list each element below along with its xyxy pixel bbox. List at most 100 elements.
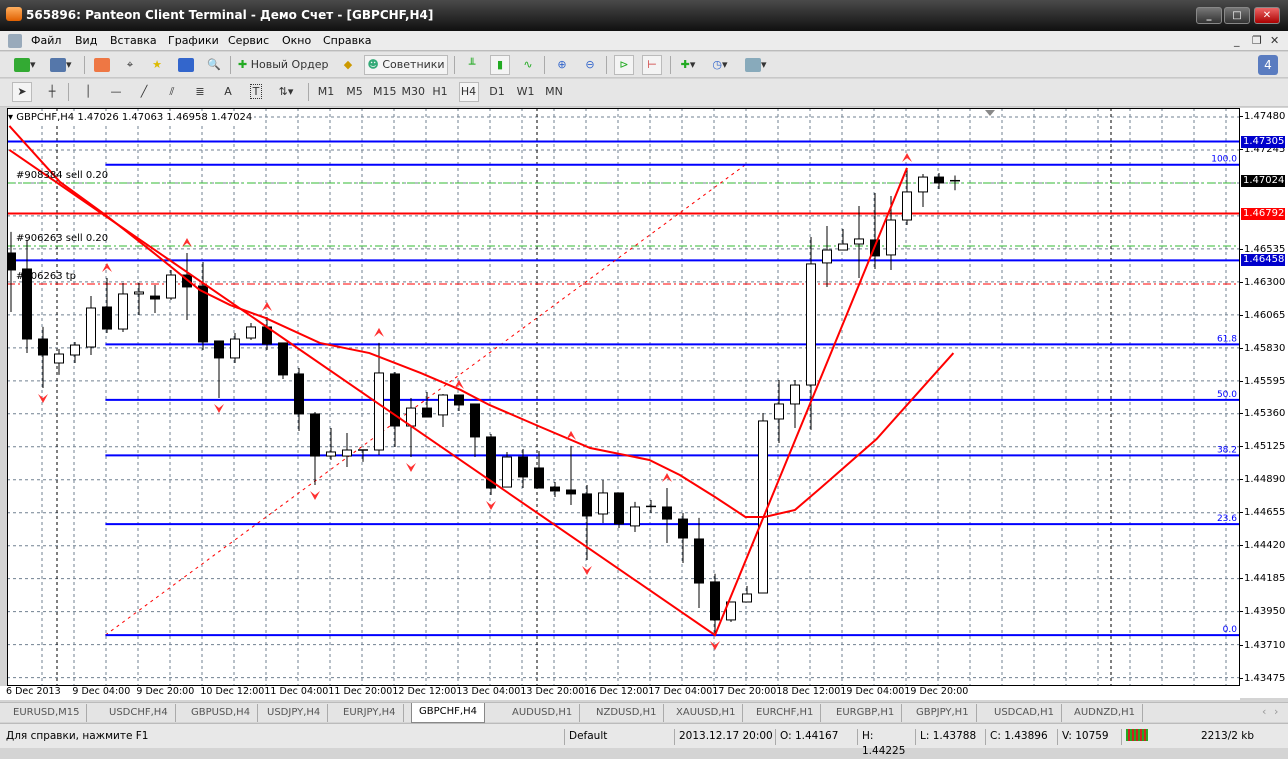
menu-help[interactable]: Справка: [323, 34, 371, 47]
chart-shift-button[interactable]: ⊢: [642, 55, 662, 75]
fractal-up-arrow: [454, 379, 464, 389]
price-chart[interactable]: 100.0 61.8 50.0 38.2 23.6 0.0: [7, 108, 1240, 686]
candle-bearish: [518, 456, 528, 478]
menu-file[interactable]: Файл: [31, 34, 61, 47]
status-low: L: 1.43788: [915, 729, 985, 745]
chart-tab[interactable]: EURUSD,M15: [6, 704, 88, 722]
trendline-tool[interactable]: ╱: [134, 82, 154, 102]
market-watch-button[interactable]: [92, 55, 112, 75]
price-tick-label: 1.47480: [1239, 111, 1286, 122]
periods-button[interactable]: ◷▾: [710, 55, 730, 75]
tab-scroll-left[interactable]: ‹: [1262, 705, 1266, 718]
zoom-out-button[interactable]: ⊖: [580, 55, 600, 75]
trade-label[interactable]: #906263 sell 0.20: [16, 233, 108, 244]
menu-window[interactable]: Окно: [282, 34, 311, 47]
cursor-tool[interactable]: ➤: [12, 82, 32, 102]
price-tick-label: 1.43710: [1239, 640, 1286, 652]
menu-tools[interactable]: Сервис: [228, 34, 269, 47]
fibonacci-level-label: 61.8: [1217, 334, 1237, 344]
mdi-restore-button[interactable]: ❐: [1252, 34, 1262, 47]
candle-bullish: [854, 238, 864, 245]
timeframe-h4[interactable]: H4: [458, 82, 479, 102]
price-tick-label: 1.44890: [1239, 474, 1286, 486]
template-icon: [745, 58, 761, 72]
tab-scroll-right[interactable]: ›: [1274, 705, 1278, 718]
price-tick-label: 1.46065: [1239, 309, 1286, 321]
candlestick-icon: ▮: [496, 58, 504, 71]
chart-tab[interactable]: GBPJPY,H1: [909, 704, 977, 722]
menu-charts[interactable]: Графики: [168, 34, 219, 47]
auto-scroll-button[interactable]: ⊳: [614, 55, 634, 75]
navigator-button[interactable]: ★: [147, 55, 167, 75]
close-button[interactable]: ✕: [1254, 7, 1280, 24]
timeframe-w1[interactable]: W1: [516, 82, 536, 102]
chart-tab[interactable]: GBPUSD,H4: [184, 704, 259, 722]
candle-bearish: [294, 373, 304, 415]
timeframe-m15[interactable]: M15: [373, 82, 397, 102]
trade-label[interactable]: #908384 sell 0.20: [16, 170, 108, 181]
timeframe-d1[interactable]: D1: [487, 82, 507, 102]
templates-button[interactable]: ▾: [745, 55, 767, 75]
chart-tab[interactable]: USDCAD,H1: [987, 704, 1062, 722]
trade-label[interactable]: #906263 tp: [16, 271, 76, 282]
maximize-button[interactable]: □: [1224, 7, 1250, 24]
data-window-button[interactable]: ⌖: [120, 55, 140, 75]
chart-tab[interactable]: GBPCHF,H4: [411, 703, 485, 723]
price-axis[interactable]: 1.47480 1.47245 1.46535 1.46300 1.46065 1.458…: [1239, 108, 1288, 698]
mdi-close-button[interactable]: ✕: [1270, 34, 1279, 47]
time-axis[interactable]: 6 Dec 2013 9 Dec 04:00 9 Dec 20:00 10 Dec 1…: [0, 686, 1240, 700]
alert-button[interactable]: ◆: [338, 55, 358, 75]
zoom-in-button[interactable]: ⊕: [552, 55, 572, 75]
chart-tab[interactable]: USDCHF,H4: [102, 704, 176, 722]
chart-tab[interactable]: AUDUSD,H1: [505, 704, 581, 722]
profiles-button[interactable]: ▾: [50, 55, 72, 75]
text-label-tool[interactable]: T: [246, 82, 266, 102]
new-chart-icon: [14, 58, 30, 72]
vertical-line-tool[interactable]: │: [78, 82, 98, 102]
strategy-tester-button[interactable]: 🔍: [204, 55, 224, 75]
text-tool[interactable]: A: [218, 82, 238, 102]
minimize-button[interactable]: _: [1196, 7, 1222, 24]
candle-bullish: [326, 451, 336, 457]
menu-view[interactable]: Вид: [75, 34, 97, 47]
arrows-tool[interactable]: ⇅▾: [276, 82, 296, 102]
line-chart-icon: ∿: [523, 58, 533, 71]
horizontal-line-tool[interactable]: —: [106, 82, 126, 102]
chart-shift-marker: [985, 110, 995, 116]
candle-bullish: [54, 353, 64, 364]
notifications-badge[interactable]: 4: [1258, 55, 1278, 75]
timeframe-m1[interactable]: M1: [316, 82, 336, 102]
fractal-up-arrow: [102, 262, 112, 272]
terminal-button[interactable]: [176, 55, 196, 75]
new-order-button[interactable]: ✚ Новый Ордер: [238, 55, 334, 75]
candle-bullish: [806, 263, 816, 386]
equidistant-channel-tool[interactable]: ⫽: [162, 82, 182, 102]
timeframe-mn[interactable]: MN: [544, 82, 564, 102]
indicators-button[interactable]: ✚▾: [678, 55, 698, 75]
new-chart-button[interactable]: ▾: [14, 55, 36, 75]
chart-tab[interactable]: XAUUSD,H1: [669, 704, 744, 722]
candle-bullish: [246, 326, 256, 339]
crosshair-tool[interactable]: ┼: [42, 82, 62, 102]
candle-bullish: [166, 274, 176, 299]
timeframe-h1[interactable]: H1: [430, 82, 450, 102]
menu-insert[interactable]: Вставка: [110, 34, 157, 47]
bar-chart-button[interactable]: ╨: [462, 55, 482, 75]
mdi-minimize-button[interactable]: _: [1234, 34, 1240, 47]
chart-tab[interactable]: AUDNZD,H1: [1067, 704, 1143, 722]
timeframe-m5[interactable]: M5: [345, 82, 365, 102]
line-chart-button[interactable]: ∿: [518, 55, 538, 75]
chart-tab[interactable]: USDJPY,H4: [260, 704, 329, 722]
chart-tab[interactable]: NZDUSD,H1: [589, 704, 665, 722]
candlestick-button[interactable]: ▮: [490, 55, 510, 75]
candle-bullish: [438, 394, 448, 416]
timeframe-m30[interactable]: M30: [402, 82, 426, 102]
window-title: 565896: Panteon Client Terminal - Демо С…: [26, 8, 434, 22]
chart-tab[interactable]: EURGBP,H1: [829, 704, 903, 722]
expert-advisors-button[interactable]: ☻ Советники: [364, 55, 448, 75]
candle-bearish: [694, 538, 704, 584]
chart-tab[interactable]: EURJPY,H4: [336, 704, 404, 722]
current-price-label: 1.47024: [1241, 174, 1285, 187]
fibonacci-tool[interactable]: ≣: [190, 82, 210, 102]
chart-tab[interactable]: EURCHF,H1: [749, 704, 822, 722]
